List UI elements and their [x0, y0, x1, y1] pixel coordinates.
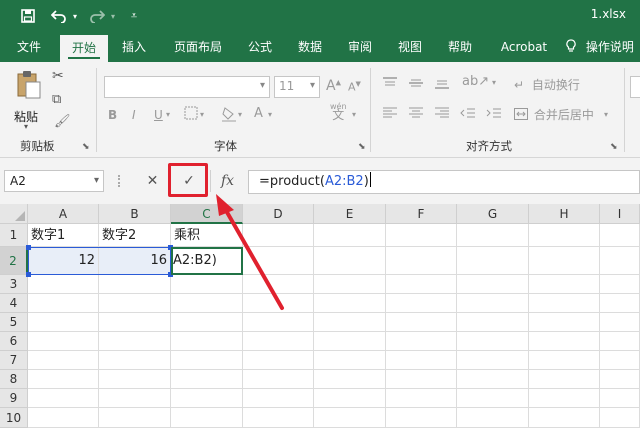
annotation-arrow [216, 194, 284, 310]
